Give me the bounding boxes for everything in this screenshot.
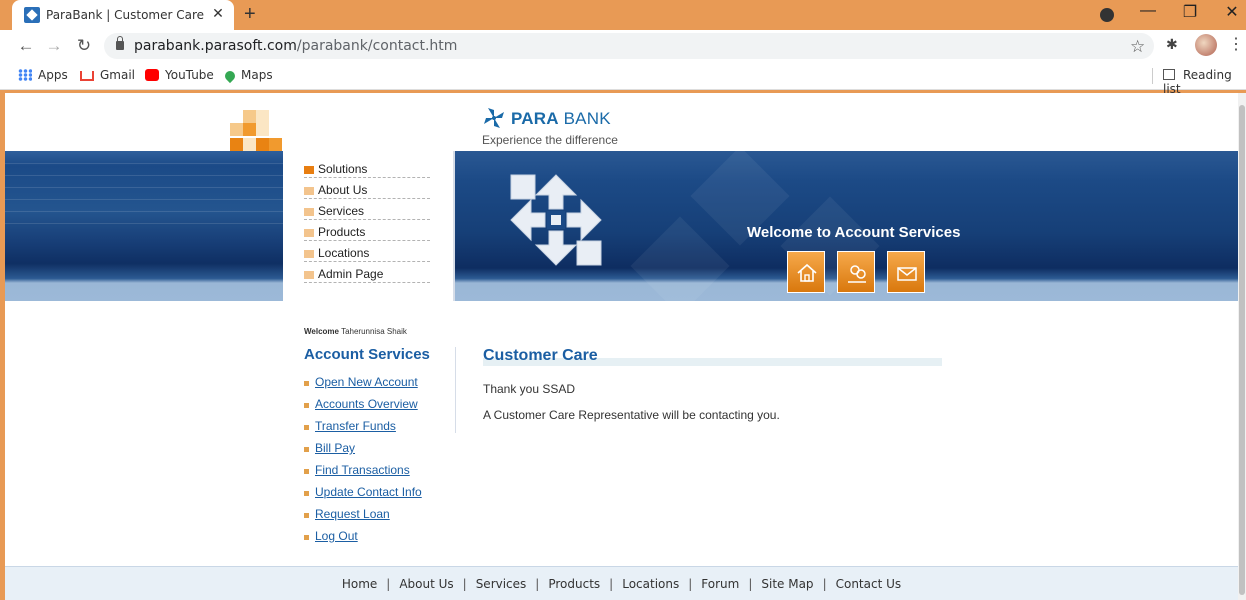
footer-link-home[interactable]: Home <box>342 577 377 591</box>
nav-bullet-icon <box>304 250 314 258</box>
brand-tagline: Experience the difference <box>482 133 618 147</box>
footer-links: Home | About Us | Services | Products | Location… <box>341 577 902 591</box>
gmail-icon <box>80 71 94 81</box>
browser-chrome: ParaBank | Customer Care ✕ + — ❐ ✕ ← → ↻… <box>0 0 1246 96</box>
extensions-puzzle-icon[interactable]: ✱ <box>1166 36 1178 53</box>
browser-tab[interactable]: ParaBank | Customer Care ✕ <box>12 0 234 30</box>
browser-toolbar: ← → ↻ parabank.parasoft.com/parabank/con… <box>0 30 1246 62</box>
apps-grid-icon <box>18 69 32 81</box>
web-page: PARA BANK Experience the difference Welc… <box>5 93 1238 600</box>
footer-link-site-map[interactable]: Site Map <box>761 577 813 591</box>
footer-link-locations[interactable]: Locations <box>622 577 679 591</box>
close-window-button[interactable]: ✕ <box>1220 2 1244 22</box>
header-banner: Welcome to Account Services <box>455 151 1238 301</box>
bookmark-star-icon[interactable]: ☆ <box>1130 37 1145 57</box>
address-bar[interactable]: parabank.parasoft.com/parabank/contact.h… <box>104 33 1154 59</box>
header-band-left <box>5 151 283 301</box>
parabank-large-logo-icon <box>510 174 602 266</box>
account-services-title: Account Services <box>304 346 430 363</box>
browser-menu-icon[interactable]: ⋮ <box>1228 34 1244 54</box>
banner-home-button[interactable] <box>787 251 825 293</box>
tab-title: ParaBank | Customer Care <box>46 8 205 22</box>
footer-link-about-us[interactable]: About Us <box>399 577 453 591</box>
bookmark-gmail[interactable]: Gmail <box>80 68 135 82</box>
nav-item-about-us[interactable]: About Us <box>304 178 430 199</box>
reading-list-icon <box>1163 69 1175 80</box>
link-request-loan[interactable]: Request Loan <box>304 507 390 521</box>
representative-message: A Customer Care Representative will be c… <box>483 408 780 422</box>
lock-icon[interactable] <box>116 36 124 50</box>
link-bullet-icon <box>304 469 309 474</box>
link-bullet-icon <box>304 491 309 496</box>
parabank-pinwheel-icon <box>484 108 504 128</box>
link-open-new-account[interactable]: Open New Account <box>304 375 418 389</box>
welcome-user-text: Welcome Taherunnisa Shaik <box>304 327 407 336</box>
maps-icon <box>222 68 238 84</box>
nav-item-solutions[interactable]: Solutions <box>304 157 430 178</box>
brand-name: PARA BANK <box>511 109 611 128</box>
link-bullet-icon <box>304 513 309 518</box>
new-tab-button[interactable]: + <box>244 3 256 26</box>
bookmark-maps[interactable]: Maps <box>222 68 273 84</box>
mail-icon <box>897 267 917 281</box>
nav-item-products[interactable]: Products <box>304 220 430 241</box>
link-accounts-overview[interactable]: Accounts Overview <box>304 397 418 411</box>
link-bullet-icon <box>304 381 309 386</box>
tab-strip: ParaBank | Customer Care ✕ + — ❐ ✕ <box>0 0 1246 30</box>
maximize-button[interactable]: ❐ <box>1178 2 1202 22</box>
nav-item-services[interactable]: Services <box>304 199 430 220</box>
reading-list-button[interactable]: Reading list <box>1163 68 1246 96</box>
bookmarks-divider <box>1152 68 1153 84</box>
footer-link-forum[interactable]: Forum <box>701 577 739 591</box>
bookmark-youtube[interactable]: YouTube <box>145 68 214 82</box>
page-scrollbar[interactable] <box>1238 93 1246 600</box>
page-title: Customer Care <box>483 347 598 364</box>
youtube-icon <box>145 69 159 81</box>
footer: Home | About Us | Services | Products | Location… <box>5 566 1238 600</box>
top-nav-menu: Solutions About Us Services Products Loc… <box>283 151 453 321</box>
back-arrow-icon[interactable]: ← <box>16 36 36 56</box>
link-log-out[interactable]: Log Out <box>304 529 358 543</box>
link-update-contact-info[interactable]: Update Contact Info <box>304 485 422 499</box>
link-bill-pay[interactable]: Bill Pay <box>304 441 355 455</box>
link-transfer-funds[interactable]: Transfer Funds <box>304 419 396 433</box>
about-icon <box>848 265 866 283</box>
nav-bullet-icon <box>304 166 314 174</box>
banner-welcome-text: Welcome to Account Services <box>747 224 961 241</box>
bookmark-apps[interactable]: Apps <box>18 68 68 82</box>
parabank-favicon-icon <box>24 7 40 23</box>
link-bullet-icon <box>304 425 309 430</box>
nav-bullet-icon <box>304 229 314 237</box>
link-bullet-icon <box>304 447 309 452</box>
scrollbar-thumb[interactable] <box>1239 105 1245 595</box>
download-indicator-icon[interactable] <box>1100 8 1114 22</box>
home-icon <box>797 263 817 282</box>
minimize-button[interactable]: — <box>1136 2 1160 20</box>
parabank-squares-logo <box>230 110 284 152</box>
bookmarks-bar: Apps Gmail YouTube Maps Reading list <box>0 62 1246 96</box>
profile-avatar[interactable] <box>1195 34 1217 56</box>
banner-about-button[interactable] <box>837 251 875 293</box>
thank-you-message: Thank you SSAD <box>483 382 576 396</box>
nav-bullet-icon <box>304 271 314 279</box>
nav-bullet-icon <box>304 208 314 216</box>
url-text[interactable]: parabank.parasoft.com/parabank/contact.h… <box>134 38 457 54</box>
tab-close-icon[interactable]: ✕ <box>210 5 226 22</box>
reload-icon[interactable]: ↻ <box>74 36 94 56</box>
link-bullet-icon <box>304 535 309 540</box>
footer-link-products[interactable]: Products <box>548 577 600 591</box>
banner-contact-button[interactable] <box>887 251 925 293</box>
nav-item-locations[interactable]: Locations <box>304 241 430 262</box>
nav-bullet-icon <box>304 187 314 195</box>
footer-link-contact-us[interactable]: Contact Us <box>836 577 902 591</box>
nav-item-admin-page[interactable]: Admin Page <box>304 262 430 283</box>
sidebar-divider <box>455 347 456 433</box>
forward-arrow-icon[interactable]: → <box>44 36 64 56</box>
link-bullet-icon <box>304 403 309 408</box>
link-find-transactions[interactable]: Find Transactions <box>304 463 410 477</box>
footer-link-services[interactable]: Services <box>476 577 527 591</box>
